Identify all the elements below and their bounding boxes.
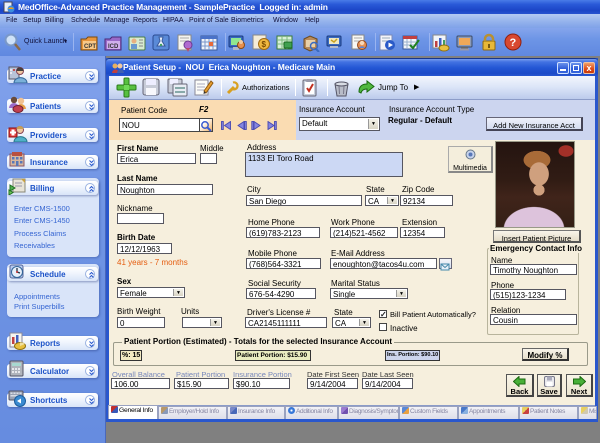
svg-text:?: ?: [510, 37, 517, 49]
svg-text:$: $: [262, 40, 267, 49]
svg-text:ICD: ICD: [108, 44, 119, 50]
svg-text:CPT: CPT: [84, 44, 96, 50]
